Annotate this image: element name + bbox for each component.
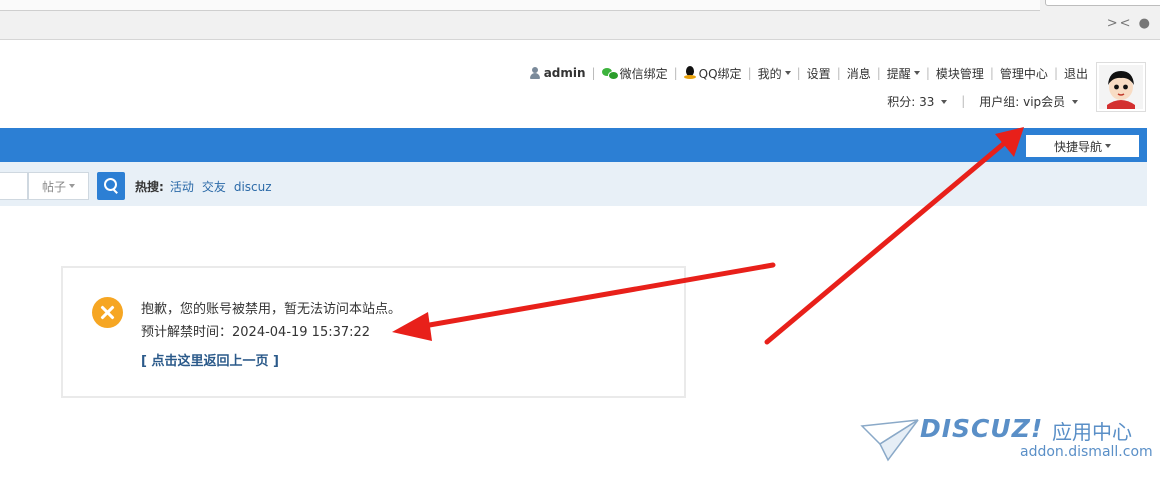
quick-nav-button[interactable]: 快捷导航 (1026, 135, 1139, 157)
user-icon (529, 67, 541, 79)
avatar-image (1099, 65, 1143, 109)
ban-message: 抱歉，您的账号被禁用，暂无法访问本站点。 (141, 302, 402, 317)
search-type-select[interactable]: 帖子 (28, 172, 89, 200)
unban-time: 预计解禁时间：2024-04-19 15:37:22 (141, 325, 371, 340)
qq-icon (683, 66, 696, 80)
messages-link[interactable]: 消息 (847, 65, 871, 82)
notifications-link[interactable]: 提醒 (887, 65, 920, 82)
wechat-bind-link[interactable]: 微信绑定 (601, 65, 668, 82)
paper-plane-icon (860, 419, 919, 462)
chevron-down-icon (1105, 144, 1111, 148)
error-icon (92, 297, 123, 328)
browser-extension-icons[interactable]: >< ● (1107, 16, 1152, 31)
user-menu-bar: admin | 微信绑定 | QQ绑定 | 我的 | 设置 | 消息 | 提醒 … (529, 64, 1088, 82)
search-input[interactable] (0, 172, 28, 200)
settings-link[interactable]: 设置 (807, 65, 831, 82)
avatar[interactable] (1096, 62, 1146, 112)
logout-link[interactable]: 退出 (1064, 65, 1088, 82)
browser-toolbar: >< ● (0, 0, 1160, 40)
hot-search: 热搜: 活动 交友 discuz (135, 178, 280, 195)
chevron-down-icon (69, 184, 75, 188)
watermark-brand: DISCUZ! (920, 414, 1044, 443)
chevron-down-icon (913, 71, 920, 75)
usergroup-dropdown[interactable]: 用户组: vip会员 (979, 93, 1078, 110)
hot-search-label: 热搜: (135, 180, 164, 194)
browser-search-field[interactable] (1045, 0, 1160, 6)
hot-search-item[interactable]: discuz (234, 180, 272, 194)
module-management-link[interactable]: 模块管理 (936, 65, 984, 82)
credits-dropdown[interactable]: 积分: 33 (887, 93, 948, 110)
user-profile-link[interactable]: admin (529, 66, 586, 80)
go-back-link[interactable]: [ 点击这里返回上一页 ] (141, 350, 279, 369)
chevron-down-icon (784, 71, 791, 75)
watermark-cn: 应用中心 (1052, 420, 1132, 444)
palette-icon[interactable]: ● (1139, 16, 1152, 31)
hot-search-item[interactable]: 活动 (170, 178, 194, 195)
user-stats-bar: 积分: 33 | 用户组: vip会员 (887, 93, 1078, 109)
browser-tab-strip (0, 0, 1040, 11)
username: admin (543, 66, 586, 80)
collapse-icon[interactable]: >< (1107, 16, 1133, 31)
chevron-down-icon (941, 100, 948, 104)
hot-search-item[interactable]: 交友 (202, 178, 226, 195)
main-nav-bar (0, 128, 1147, 162)
qq-bind-link[interactable]: QQ绑定 (683, 65, 742, 82)
watermark-url: addon.dismall.com (1020, 444, 1153, 460)
watermark: DISCUZ! 应用中心 addon.dismall.com (860, 412, 1153, 472)
admin-center-link[interactable]: 管理中心 (1000, 65, 1048, 82)
my-menu-link[interactable]: 我的 (758, 65, 791, 82)
search-button[interactable] (97, 172, 125, 200)
wechat-icon (601, 67, 619, 80)
chevron-down-icon (1072, 100, 1078, 104)
